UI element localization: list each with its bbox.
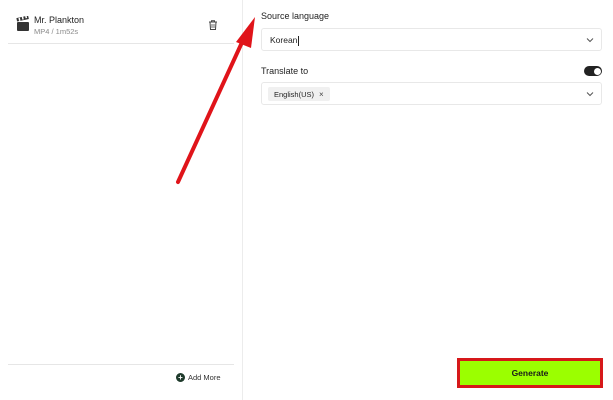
file-list-item[interactable]: Mr. Plankton MP4 / 1m52s: [8, 8, 234, 44]
trash-icon[interactable]: [207, 19, 219, 31]
file-name: Mr. Plankton: [34, 15, 85, 25]
settings-panel: Source language Korean Translate to Engl…: [244, 0, 613, 400]
target-language-select[interactable]: English(US) ×: [261, 82, 602, 105]
language-chip-label: English(US): [274, 89, 315, 99]
source-language-select[interactable]: Korean: [261, 28, 602, 51]
clapperboard-icon: [16, 16, 29, 31]
divider: [8, 364, 234, 365]
remove-chip-button[interactable]: ×: [319, 90, 324, 99]
generate-button[interactable]: Generate: [460, 361, 600, 385]
toggle-knob: [593, 67, 601, 75]
chevron-down-icon: [586, 38, 594, 43]
text-caret: [298, 35, 300, 46]
generate-highlight: Generate: [457, 358, 603, 388]
source-language-label: Source language: [261, 11, 330, 21]
translate-to-label: Translate to: [261, 66, 309, 76]
plus-circle-icon: +: [176, 373, 185, 382]
language-chip: English(US) ×: [268, 87, 330, 101]
file-meta: MP4 / 1m52s: [34, 27, 79, 36]
chevron-down-icon: [586, 92, 594, 97]
add-more-label: Add More: [188, 373, 221, 382]
translate-toggle[interactable]: [584, 66, 602, 76]
source-language-value: Korean: [270, 35, 300, 46]
file-list-panel: Mr. Plankton MP4 / 1m52s + Add More: [0, 0, 243, 400]
add-more-button[interactable]: + Add More: [176, 373, 221, 382]
